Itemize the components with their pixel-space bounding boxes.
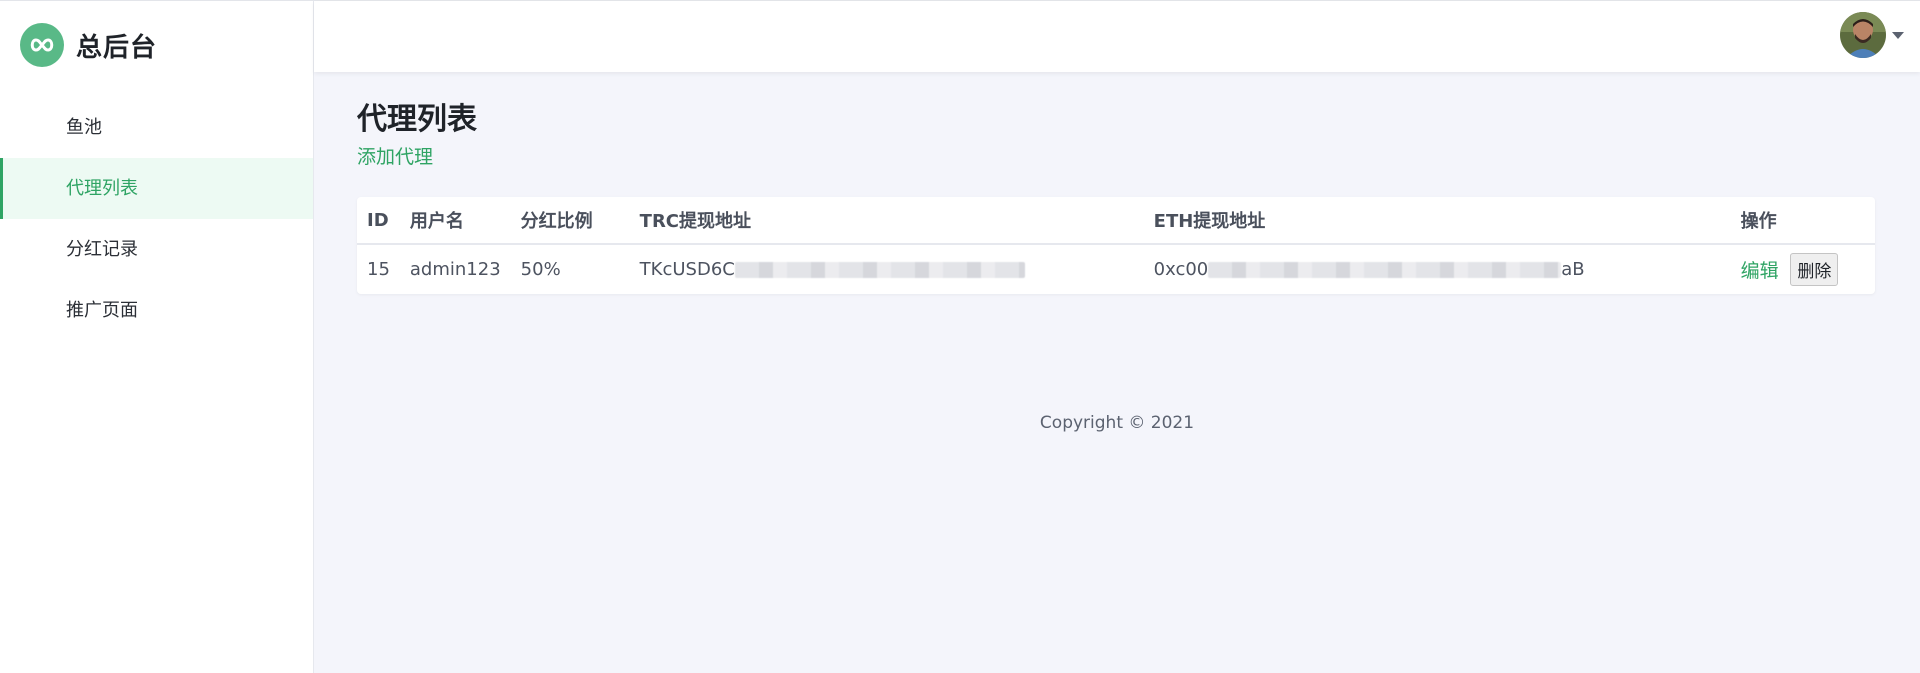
delete-button[interactable]: 删除 — [1790, 253, 1839, 286]
sidebar: 总后台 鱼池 代理列表 分红记录 推广页面 — [0, 1, 314, 673]
edit-link[interactable]: 编辑 — [1741, 260, 1779, 282]
cell-id: 15 — [367, 259, 390, 280]
top-header — [314, 1, 1920, 72]
sidebar-item-agent-list[interactable]: 代理列表 — [0, 158, 313, 219]
app-root: 总后台 鱼池 代理列表 分红记录 推广页面 代理列表 添加代理 ID 用户名 分… — [0, 0, 1920, 673]
cell-eth-address: 0xc00 aB — [1144, 244, 1731, 294]
col-actions: 操作 — [1730, 197, 1875, 245]
sidebar-nav: 鱼池 代理列表 分红记录 推广页面 — [0, 97, 313, 341]
cell-trc-address: TKcUSD6C — [630, 244, 1144, 294]
user-menu[interactable] — [1840, 12, 1904, 58]
redacted-blur — [1208, 261, 1562, 278]
col-username: 用户名 — [399, 197, 511, 245]
main-content: 代理列表 添加代理 ID 用户名 分红比例 TRC提现地址 ETH提现地址 操作 — [357, 72, 1875, 294]
table-row: 15 admin123 50% TKcUSD6C 0xc00 aB 编辑 删除 — [357, 244, 1875, 294]
user-avatar[interactable] — [1840, 12, 1886, 58]
col-trc-address: TRC提现地址 — [629, 197, 1144, 245]
agent-table: ID 用户名 分红比例 TRC提现地址 ETH提现地址 操作 15 admin1… — [357, 197, 1875, 294]
page-title: 代理列表 — [357, 102, 477, 137]
table-header-row: ID 用户名 分红比例 TRC提现地址 ETH提现地址 操作 — [357, 197, 1875, 245]
footer-copyright: Copyright © 2021 — [1039, 413, 1195, 433]
col-ratio: 分红比例 — [510, 197, 630, 245]
brand-name: 总后台 — [76, 32, 158, 63]
infinity-logo-icon — [20, 23, 64, 67]
trc-address-prefix: TKcUSD6C — [639, 259, 735, 280]
col-eth-address: ETH提现地址 — [1143, 197, 1731, 245]
col-id: ID — [357, 197, 400, 245]
sidebar-item-fish-pool[interactable]: 鱼池 — [0, 97, 313, 158]
sidebar-item-dividend-records[interactable]: 分红记录 — [0, 219, 313, 280]
sidebar-item-promo-page[interactable]: 推广页面 — [0, 280, 313, 341]
brand[interactable]: 总后台 — [0, 1, 313, 89]
caret-down-icon[interactable] — [1892, 31, 1904, 39]
eth-address-prefix: 0xc00 — [1153, 259, 1209, 280]
add-agent-link[interactable]: 添加代理 — [357, 142, 433, 169]
cell-username: admin123 — [409, 259, 501, 280]
cell-ratio: 50% — [520, 259, 561, 280]
redacted-blur — [734, 261, 1025, 278]
cell-actions: 编辑 删除 — [1731, 244, 1875, 294]
eth-address-suffix: aB — [1561, 259, 1585, 280]
agent-table-card: ID 用户名 分红比例 TRC提现地址 ETH提现地址 操作 15 admin1… — [357, 197, 1875, 294]
